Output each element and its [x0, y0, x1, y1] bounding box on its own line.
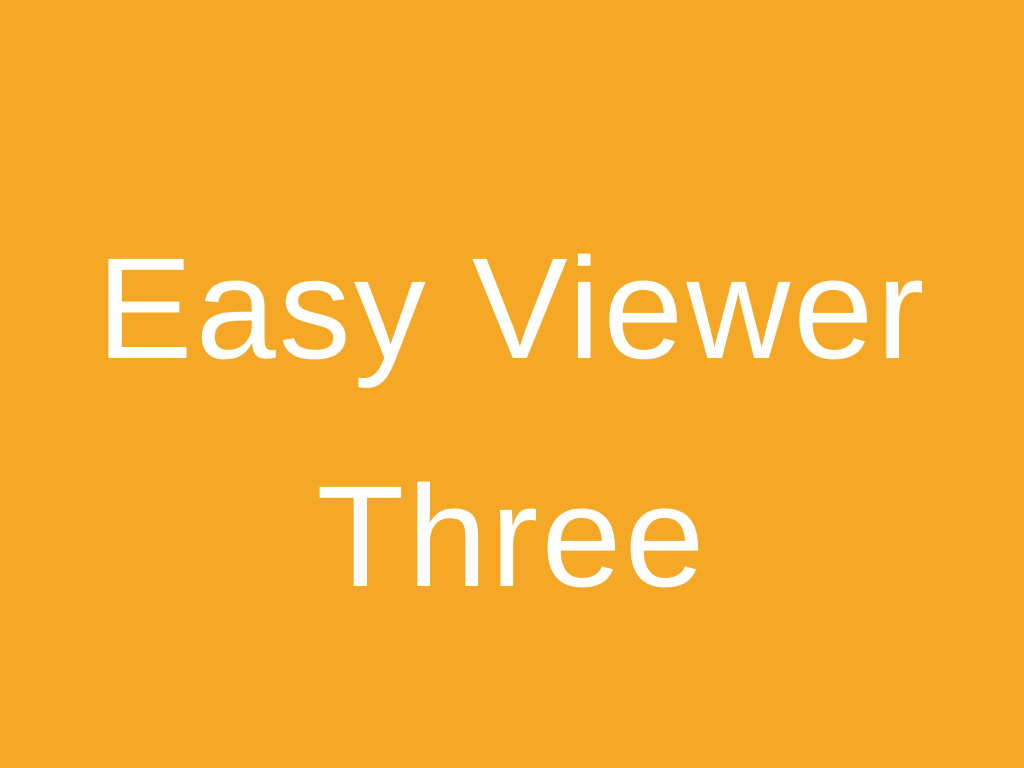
title-line-2: Three: [316, 456, 708, 617]
title-line-1: Easy Viewer: [96, 228, 928, 389]
splash-title: Easy Viewer Three: [0, 195, 1024, 651]
